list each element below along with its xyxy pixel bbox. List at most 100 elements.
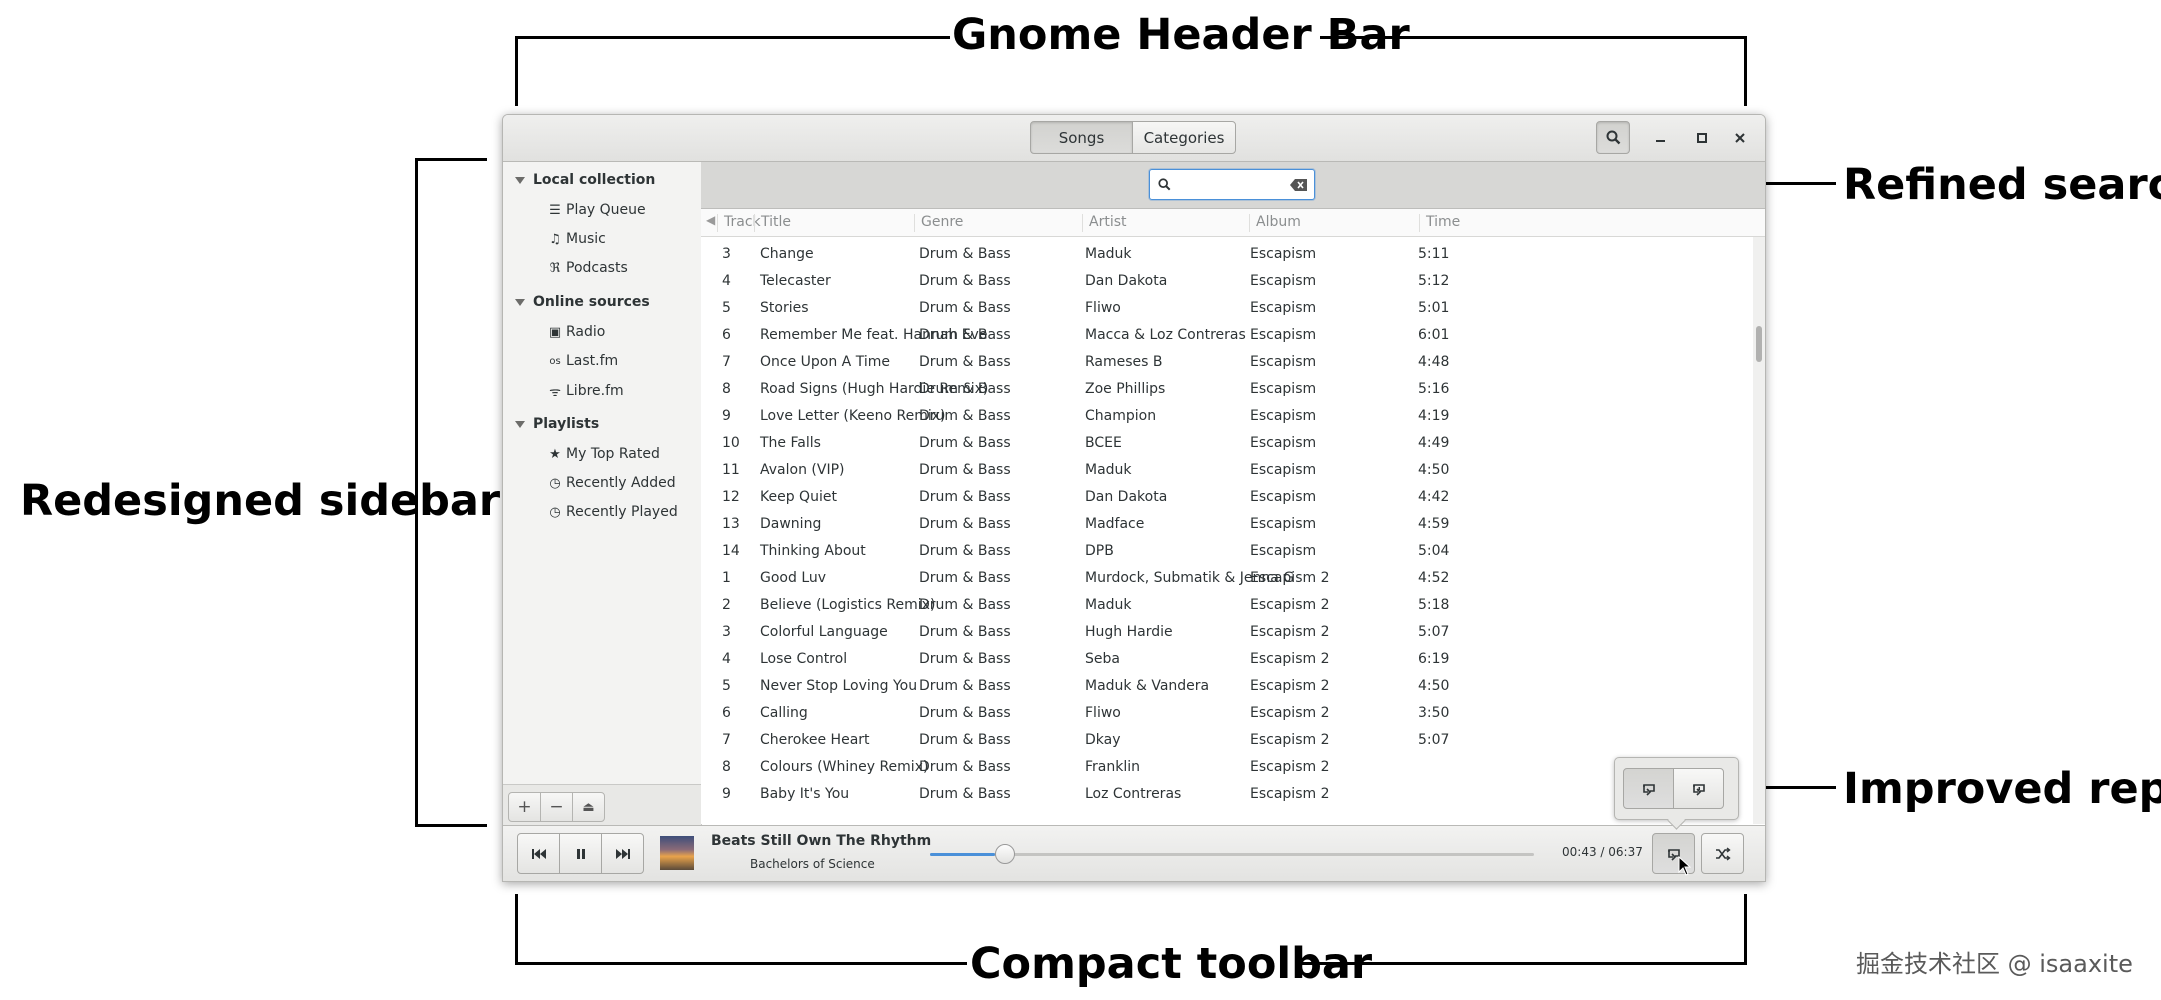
cell-title: Colorful Language	[760, 624, 888, 640]
cell-track: 5	[722, 678, 731, 694]
bracket-line	[415, 158, 418, 827]
table-row[interactable]: 2 Believe (Logistics Remix) Drum & Bass Mad…	[701, 592, 1751, 619]
cell-genre: Drum & Bass	[919, 408, 1011, 424]
pause-button[interactable]	[559, 833, 602, 874]
clear-search-icon[interactable]	[1290, 179, 1307, 191]
table-row[interactable]: 3 Change Drum & Bass Maduk Escapism 5:11	[701, 241, 1751, 268]
table-row[interactable]: 3 Colorful Language Drum & Bass Hugh Hardie…	[701, 619, 1751, 646]
search-bar	[701, 162, 1765, 209]
cell-genre: Drum & Bass	[919, 354, 1011, 370]
shuffle-button[interactable]	[1701, 833, 1744, 874]
cell-album: Escapism 2	[1250, 759, 1330, 775]
sidebar-item-recently-added[interactable]: ◷ Recently Added	[547, 475, 675, 491]
table-row[interactable]: 6 Remember Me feat. Hannah Eve Drum & Bass…	[701, 322, 1751, 349]
add-playlist-button[interactable]: +	[508, 792, 541, 822]
track-list: 3 Change Drum & Bass Maduk Escapism 5:11 4 Tele…	[701, 237, 1765, 824]
sidebar-item-radio[interactable]: ▣ Radio	[547, 324, 606, 340]
sidebar-item-play-queue[interactable]: ☰ Play Queue	[547, 202, 645, 218]
table-row[interactable]: 7 Cherokee Heart Drum & Bass Dkay Escapism 2…	[701, 727, 1751, 754]
expander-icon	[515, 420, 525, 428]
pause-icon	[576, 848, 585, 859]
smart-playlist-icon: ◷	[549, 475, 561, 491]
table-row[interactable]: 14 Thinking About Drum & Bass DPB Escapism 5:…	[701, 538, 1751, 565]
table-row[interactable]: 13 Dawning Drum & Bass Madface Escapism 4:59	[701, 511, 1751, 538]
sidebar-item-librefm[interactable]: ᯤ Libre.fm	[547, 382, 624, 400]
repeat-all-button[interactable]	[1623, 768, 1674, 809]
table-row[interactable]: 4 Telecaster Drum & Bass Dan Dakota Escapism…	[701, 268, 1751, 295]
table-row[interactable]: 5 Stories Drum & Bass Fliwo Escapism 5:01	[701, 295, 1751, 322]
expander-icon	[515, 298, 525, 306]
cell-time: 5:16	[1418, 381, 1450, 397]
eject-icon: ⏏	[582, 799, 595, 815]
search-input[interactable]	[1149, 169, 1315, 200]
table-row[interactable]: 10 The Falls Drum & Bass BCEE Escapism 4:49	[701, 430, 1751, 457]
cell-artist: Dkay	[1085, 732, 1121, 748]
sidebar-item-recently-played[interactable]: ◷ Recently Played	[547, 504, 677, 520]
table-row[interactable]: 9 Baby It's You Drum & Bass Loz Contreras Es…	[701, 781, 1751, 808]
cell-genre: Drum & Bass	[919, 651, 1011, 667]
table-row[interactable]: 8 Colours (Whiney Remix) Drum & Bass Frankl…	[701, 754, 1751, 781]
star-icon: ★	[549, 446, 561, 462]
table-row[interactable]: 5 Never Stop Loving You Drum & Bass Maduk &…	[701, 673, 1751, 700]
table-row[interactable]: 12 Keep Quiet Drum & Bass Dan Dakota Escapis…	[701, 484, 1751, 511]
previous-button[interactable]	[517, 833, 560, 874]
now-playing-title: Beats Still Own The Rhythm	[711, 833, 932, 849]
cell-time: 4:52	[1418, 570, 1450, 586]
column-header-genre[interactable]: Genre	[914, 214, 963, 232]
sidebar-item-podcasts[interactable]: ℜ Podcasts	[547, 260, 628, 276]
bracket-line	[515, 962, 967, 965]
cell-album: Escapism	[1250, 327, 1317, 343]
table-row[interactable]: 8 Road Signs (Hugh Hardie Remix) Drum & Ba…	[701, 376, 1751, 403]
table-row[interactable]: 1 Good Luv Drum & Bass Murdock, Submatik & …	[701, 565, 1751, 592]
search-toggle-button[interactable]	[1596, 121, 1630, 154]
remove-playlist-button[interactable]: −	[540, 792, 573, 822]
column-header-title[interactable]: Title	[754, 214, 791, 232]
column-header-artist[interactable]: Artist	[1082, 214, 1127, 232]
cell-artist: Rameses B	[1085, 354, 1163, 370]
maximize-icon	[1697, 133, 1707, 143]
tab-songs[interactable]: Songs	[1030, 121, 1133, 154]
column-header-time[interactable]: Time	[1419, 214, 1460, 232]
table-row[interactable]: 9 Love Letter (Keeno Remix) Drum & Bass Cha…	[701, 403, 1751, 430]
rss-icon: ℜ	[549, 260, 561, 276]
music-note-icon: ♫	[549, 231, 561, 247]
track-list-scrollbar[interactable]	[1753, 237, 1765, 824]
table-row[interactable]: 6 Calling Drum & Bass Fliwo Escapism 2 3:50	[701, 700, 1751, 727]
sidebar-item-top-rated[interactable]: ★ My Top Rated	[547, 446, 660, 462]
cell-album: Escapism	[1250, 408, 1317, 424]
table-row[interactable]: 4 Lose Control Drum & Bass Seba Escapism 2 6:…	[701, 646, 1751, 673]
progress-slider-knob[interactable]	[995, 844, 1015, 864]
scrollbar-thumb[interactable]	[1756, 326, 1762, 362]
cell-time: 4:19	[1418, 408, 1450, 424]
sidebar: Local collection ☰ Play Queue ♫ Music ℜ Pod…	[503, 162, 702, 824]
bracket-line	[415, 824, 487, 827]
table-row[interactable]: 11 Avalon (VIP) Drum & Bass Maduk Escapism 4:…	[701, 457, 1751, 484]
eject-button[interactable]: ⏏	[572, 792, 605, 822]
close-button[interactable]	[1724, 123, 1756, 153]
cell-genre: Drum & Bass	[919, 597, 1011, 613]
now-playing-artist: Bachelors of Science	[750, 857, 875, 871]
sidebar-section-playlists[interactable]: Playlists	[515, 416, 599, 432]
cell-genre: Drum & Bass	[919, 489, 1011, 505]
maximize-button[interactable]	[1686, 123, 1718, 153]
cell-album: Escapism 2	[1250, 597, 1330, 613]
minimize-button[interactable]	[1645, 123, 1677, 153]
sidebar-section-online[interactable]: Online sources	[515, 294, 650, 310]
cell-genre: Drum & Bass	[919, 462, 1011, 478]
next-button[interactable]	[601, 833, 644, 874]
progress-slider[interactable]	[930, 853, 1534, 856]
sidebar-section-local[interactable]: Local collection	[515, 172, 655, 188]
header-bar: Songs Categories	[503, 115, 1765, 162]
cell-title: Keep Quiet	[760, 489, 837, 505]
table-row[interactable]: 7 Once Upon A Time Drum & Bass Rameses B Esc…	[701, 349, 1751, 376]
sidebar-item-music[interactable]: ♫ Music	[547, 231, 606, 247]
sidebar-item-lastfm[interactable]: os Last.fm	[547, 353, 618, 369]
cell-artist: BCEE	[1085, 435, 1122, 451]
column-header-album[interactable]: Album	[1249, 214, 1301, 232]
cell-time: 6:01	[1418, 327, 1450, 343]
cell-album: Escapism	[1250, 273, 1317, 289]
cell-genre: Drum & Bass	[919, 273, 1011, 289]
tab-categories[interactable]: Categories	[1132, 121, 1236, 154]
cell-genre: Drum & Bass	[919, 516, 1011, 532]
repeat-one-button[interactable]	[1673, 768, 1724, 809]
